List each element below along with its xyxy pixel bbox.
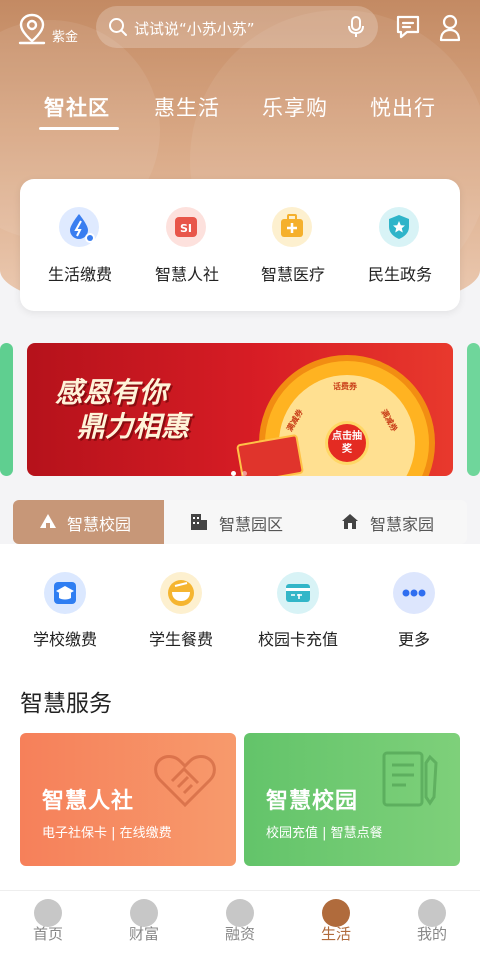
- quick-services-card: 生活缴费 SI 智慧人社 智慧医疗 民生政务: [20, 179, 460, 311]
- message-icon[interactable]: [395, 14, 421, 40]
- tab-smart-campus[interactable]: 智慧校园: [13, 500, 164, 544]
- carousel-indicator: [231, 461, 253, 476]
- banner-title-line2: 鼎力相惠: [77, 410, 190, 443]
- nav-label: 首页: [32, 925, 63, 943]
- location-label: 紫金: [52, 30, 79, 45]
- social-security-icon: SI: [166, 207, 206, 247]
- medical-kit-icon: [272, 207, 312, 247]
- smart-services-section: 智慧服务 智慧人社 电子社保卡 | 在线缴费 智慧校园 校园充值 | 智慧点餐: [0, 670, 480, 890]
- tab-benefit-life[interactable]: 惠生活: [154, 92, 220, 122]
- nav-label: 我的: [416, 925, 447, 943]
- campus-card-recharge[interactable]: 校园卡充值: [238, 572, 358, 662]
- svg-text:SI: SI: [180, 222, 192, 235]
- search-placeholder: 试试说“小苏小苏”: [134, 20, 255, 38]
- tab-label: 智慧家园: [370, 515, 435, 534]
- nav-home[interactable]: 首页: [0, 891, 96, 957]
- shield-star-icon: [379, 207, 419, 247]
- top-bar: 紫金 试试说“小苏小苏”: [0, 0, 480, 60]
- card-smart-social-security[interactable]: 智慧人社 电子社保卡 | 在线缴费: [20, 733, 236, 866]
- banner-next-peek: [467, 343, 480, 476]
- tab-shopping[interactable]: 乐享购: [262, 92, 328, 122]
- more-dots-icon: [393, 572, 435, 614]
- service-smart-social-security[interactable]: SI 智慧人社: [132, 205, 242, 295]
- profile-icon[interactable]: [439, 14, 461, 42]
- wheel-segment-top: 话费券: [333, 382, 357, 391]
- promo-banner[interactable]: 感恩有你 鼎力相惠 话费券 满减券 满减券 点击抽奖: [27, 343, 453, 476]
- card-subtitle: 电子社保卡 | 在线缴费: [42, 826, 172, 841]
- card-subtitle: 校园充值 | 智慧点餐: [266, 826, 383, 841]
- meal-bowl-icon: [160, 572, 202, 614]
- section-title: 智慧服务: [20, 691, 112, 717]
- location-selector[interactable]: 紫金: [16, 12, 86, 46]
- wheel-segment-right: 满减券: [379, 407, 399, 434]
- building-icon: [191, 514, 207, 530]
- service-label: 智慧人社: [154, 265, 219, 284]
- nav-life[interactable]: 生活: [288, 891, 384, 957]
- tab-label: 智慧园区: [219, 515, 284, 534]
- tab-label: 智慧校园: [67, 515, 132, 534]
- wheel-segment-left: 满减券: [285, 407, 305, 434]
- location-pin-icon: [18, 13, 46, 45]
- service-label: 民生政务: [367, 265, 432, 284]
- campus-label: 更多: [397, 630, 430, 649]
- smart-scene-tabs: 智慧校园 智慧园区 智慧家园: [13, 500, 467, 544]
- tab-smart-community[interactable]: 智社区: [44, 92, 110, 122]
- tab-travel[interactable]: 悦出行: [370, 92, 436, 122]
- service-life-payment[interactable]: 生活缴费: [25, 205, 135, 295]
- water-drop-icon: [59, 207, 99, 247]
- campus-school-fee[interactable]: 学校缴费: [5, 572, 125, 662]
- nav-label: 生活: [320, 925, 351, 943]
- tab-smart-home[interactable]: 智慧家园: [315, 500, 467, 544]
- campus-label: 学生餐费: [148, 630, 213, 649]
- home-icon: [342, 514, 358, 529]
- campus-more[interactable]: 更多: [354, 572, 474, 662]
- card-title: 智慧人社: [42, 789, 135, 814]
- draw-button[interactable]: 点击抽奖: [325, 421, 369, 465]
- nav-label: 融资: [224, 925, 255, 943]
- campus-label: 学校缴费: [32, 630, 97, 649]
- card-smart-campus[interactable]: 智慧校园 校园充值 | 智慧点餐: [244, 733, 460, 866]
- search-bar[interactable]: 试试说“小苏小苏”: [96, 6, 378, 48]
- nav-wealth[interactable]: 财富: [96, 891, 192, 957]
- card-title: 智慧校园: [266, 789, 359, 814]
- notebook-pen-icon: [382, 751, 438, 807]
- nav-finance[interactable]: 融资: [192, 891, 288, 957]
- search-icon: [109, 18, 127, 36]
- graduation-cap-icon: [44, 572, 86, 614]
- handshake-icon: [154, 755, 216, 808]
- card-icon: [277, 572, 319, 614]
- service-label: 生活缴费: [47, 265, 112, 284]
- service-government-affairs[interactable]: 民生政务: [345, 205, 455, 295]
- nav-label: 财富: [128, 925, 159, 943]
- active-tab-indicator: [39, 127, 119, 130]
- tab-smart-park[interactable]: 智慧园区: [164, 500, 315, 544]
- campus-meal-fee[interactable]: 学生餐费: [121, 572, 241, 662]
- campus-icon: [40, 514, 56, 528]
- nav-mine[interactable]: 我的: [384, 891, 480, 957]
- bottom-navigation: 首页 财富 融资 生活 我的: [0, 890, 480, 957]
- campus-label: 校园卡充值: [257, 630, 338, 649]
- banner-prev-peek: [0, 343, 13, 476]
- service-smart-medical[interactable]: 智慧医疗: [238, 205, 348, 295]
- campus-services: 学校缴费 学生餐费 校园卡充值 更多: [0, 544, 480, 670]
- microphone-icon[interactable]: [348, 16, 364, 38]
- service-label: 智慧医疗: [260, 265, 325, 284]
